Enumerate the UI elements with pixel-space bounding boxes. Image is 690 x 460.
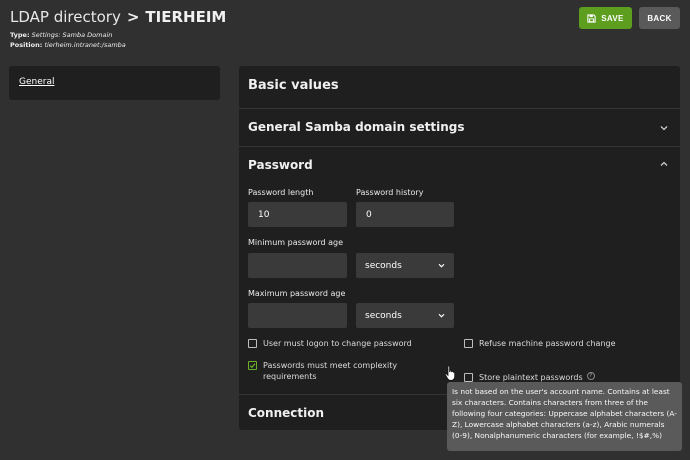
basic-values-title: Basic values [248,78,339,93]
max-password-age-unit-value: seconds [365,310,402,321]
checkbox-box[interactable] [464,373,473,382]
section-password-title: Password [248,158,313,172]
chevron-down-icon [660,126,668,131]
checkbox-logon-change[interactable]: User must logon to change password [248,338,412,349]
help-icon[interactable]: ? [586,372,595,380]
checkbox-complexity[interactable]: Passwords must meet complexity requireme… [248,360,397,382]
min-password-age-unit-value: seconds [365,260,402,271]
max-password-age-label: Maximum password age [248,289,346,298]
settings-panel: Basic values General Samba domain settin… [239,66,680,430]
sidebar-item-general[interactable]: General [19,77,54,87]
floppy-disk-icon [587,13,596,23]
complexity-tooltip: Is not based on the user's account name.… [447,382,682,451]
breadcrumb-separator: > [126,8,140,26]
password-length-input[interactable]: 10 [248,202,347,227]
password-length-label: Password length [248,188,314,197]
checkbox-refuse-machine-label: Refuse machine password change [479,339,616,348]
chevron-down-icon [438,313,445,318]
chevron-down-icon [438,263,445,268]
save-button[interactable]: SAVE [579,7,632,29]
checkbox-refuse-machine[interactable]: Refuse machine password change [464,338,616,349]
object-position: Position: tierheim.intranet:/samba [10,40,226,50]
password-history-label: Password history [356,188,424,197]
breadcrumb-root[interactable]: LDAP directory [10,8,121,26]
type-value: Settings: Samba Domain [31,31,113,39]
position-label: Position: [10,41,43,49]
sidebar: General [9,66,220,100]
checkbox-complexity-label: Passwords must meet complexity requireme… [263,360,397,382]
checkbox-logon-change-label: User must logon to change password [263,339,412,348]
min-password-age-unit-select[interactable]: seconds [356,253,454,278]
chevron-up-icon [660,161,668,166]
checkbox-box[interactable] [248,339,257,348]
password-history-input[interactable]: 0 [356,202,454,227]
type-label: Type: [10,31,30,39]
max-password-age-unit-select[interactable]: seconds [356,303,454,328]
save-label: SAVE [601,13,624,23]
min-password-age-label: Minimum password age [248,238,344,247]
checkbox-complexity-label-line1: Passwords must meet complexity [263,361,398,370]
back-button[interactable]: BACK [639,7,680,29]
hand-pointer-icon [444,365,456,381]
checkbox-complexity-label-line2: requirements [263,372,317,381]
section-connection-title: Connection [248,406,325,420]
checkbox-box-checked[interactable] [248,361,257,370]
section-general-samba-header[interactable]: General Samba domain settings [239,109,680,145]
page-title: LDAP directory > TIERHEIM [10,7,226,27]
breadcrumb-current: TIERHEIM [145,8,227,26]
position-value: tierheim.intranet:/samba [44,41,126,49]
checkbox-box[interactable] [464,339,473,348]
object-type: Type: Settings: Samba Domain [10,30,226,40]
page-header: LDAP directory > TIERHEIM Type: Settings: … [10,7,226,50]
max-password-age-input[interactable] [248,303,347,328]
min-password-age-input[interactable] [248,253,347,278]
section-password-header[interactable]: Password [239,147,680,183]
checkmark-icon [249,363,256,369]
section-general-samba-title: General Samba domain settings [248,120,465,134]
